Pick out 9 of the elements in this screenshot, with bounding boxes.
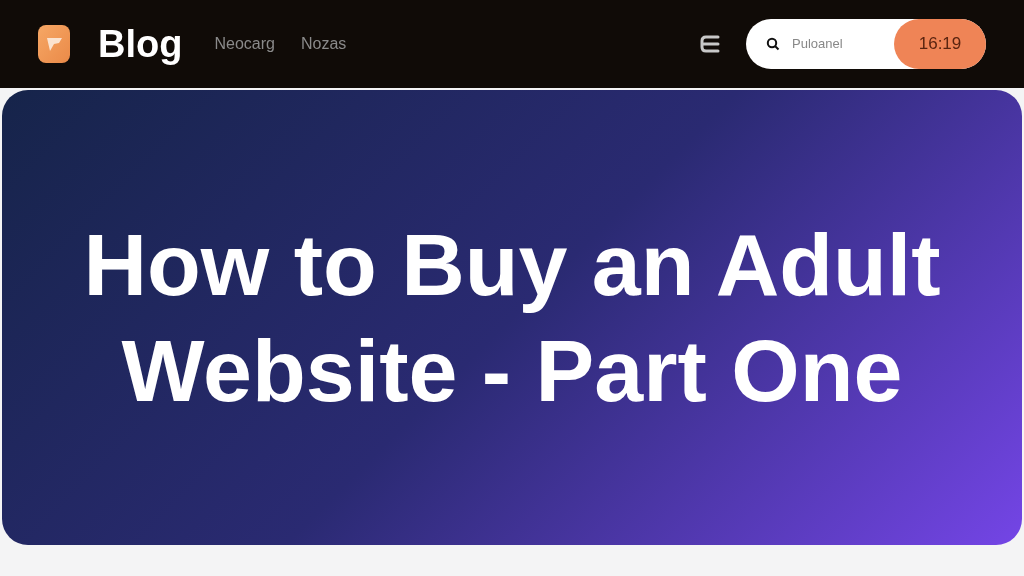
menu-icon[interactable]	[700, 35, 722, 53]
blog-logo-text[interactable]: Blog	[98, 25, 183, 63]
hero-title: How to Buy an Adult Website - Part One	[82, 213, 942, 422]
nav-link[interactable]: Neocarg	[214, 32, 275, 56]
time-badge: 16:19	[894, 19, 986, 69]
search-icon	[766, 37, 780, 51]
logo-icon	[38, 25, 70, 63]
nav-link[interactable]: Nozas	[300, 32, 347, 56]
search-field[interactable]: Puloanel	[792, 34, 882, 54]
